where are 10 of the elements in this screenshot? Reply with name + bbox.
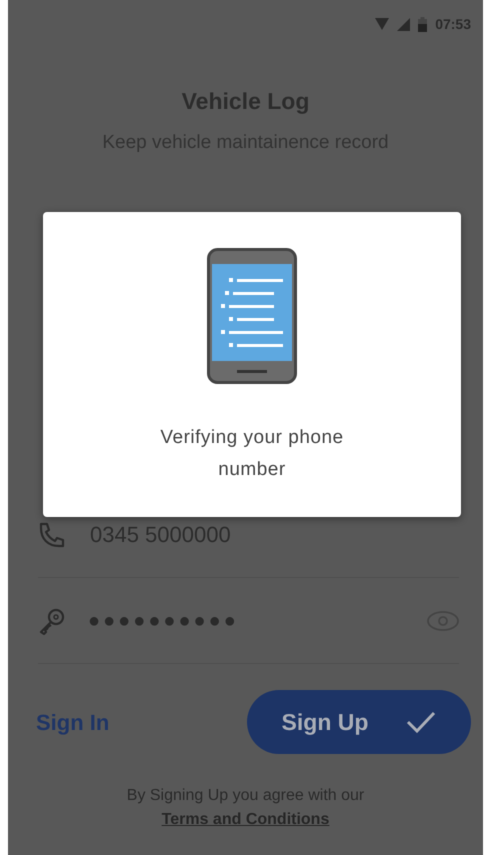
check-icon	[406, 710, 436, 734]
password-field[interactable]: ●●●●●●●●●●	[88, 606, 405, 636]
wifi-icon	[375, 18, 390, 30]
verifying-message: Verifying your phone number	[159, 426, 345, 482]
key-icon	[38, 606, 66, 634]
sign-in-link[interactable]: Sign In	[36, 706, 110, 738]
signal-icon	[397, 18, 410, 30]
phone-icon	[38, 520, 66, 548]
sign-up-button[interactable]: Sign Up	[247, 690, 471, 754]
battery-icon	[418, 16, 428, 32]
